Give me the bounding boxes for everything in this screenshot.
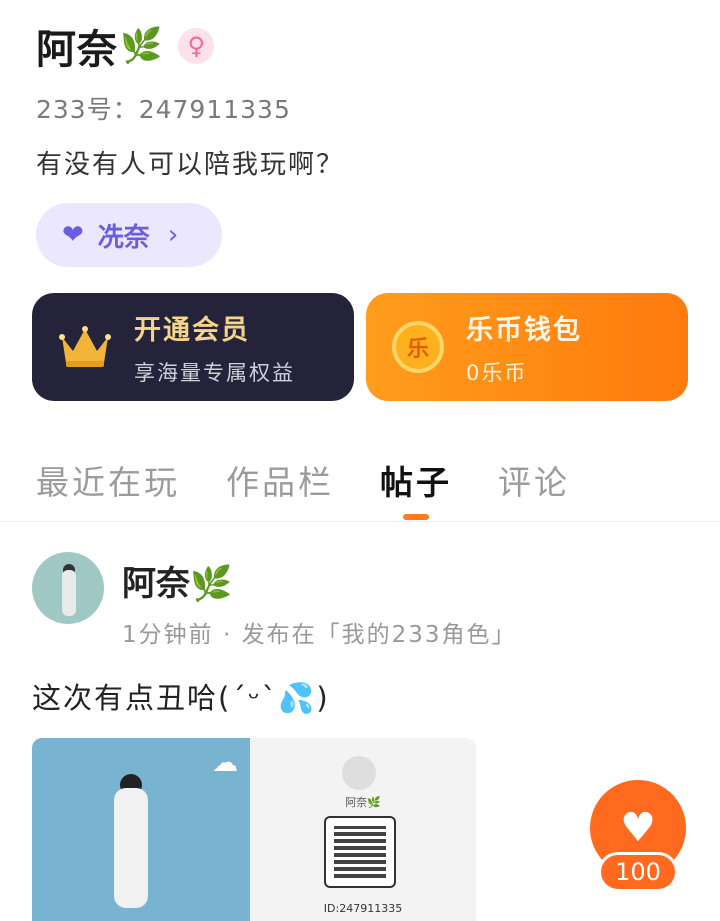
chevron-right-icon: ›: [167, 220, 179, 250]
wallet-card[interactable]: 乐 乐币钱包 0乐币: [366, 293, 688, 401]
promo-cards: 开通会员 享海量专属权益 乐 乐币钱包 0乐币: [32, 293, 688, 401]
active-tab-indicator: [403, 514, 429, 520]
post-author-name: 阿奈: [122, 564, 190, 604]
vip-subtitle: 享海量专属权益: [134, 360, 295, 385]
female-icon: ♀: [178, 28, 215, 64]
user-id-value: 247911335: [138, 95, 291, 124]
crown-icon: [59, 326, 111, 367]
leaf-icon: 🌿: [190, 564, 233, 604]
vip-card[interactable]: 开通会员 享海量专属权益: [32, 293, 354, 401]
qr-pattern: [334, 826, 386, 878]
coin-icon: 乐: [392, 321, 444, 373]
post-image-character[interactable]: ☁: [32, 738, 250, 921]
share-card-avatar: [342, 756, 376, 790]
cloud-icon: ☁: [212, 748, 238, 778]
profile-name: 阿奈: [36, 27, 118, 73]
avatar[interactable]: [32, 552, 104, 624]
leaf-icon: 🌿: [120, 26, 163, 66]
post-image-share-card[interactable]: 阿奈🌿 ID:247911335: [250, 738, 476, 921]
wallet-title: 乐币钱包: [466, 314, 582, 346]
qr-code: [324, 816, 396, 888]
post-author[interactable]: 阿奈🌿: [122, 556, 516, 605]
tab-posts[interactable]: 帖子: [380, 456, 452, 520]
post-meta: 阿奈🌿 1分钟前 · 发布在「我的233角色」: [122, 552, 516, 649]
like-button[interactable]: ♥ 100: [590, 780, 686, 898]
cp-label: 冼奈: [97, 222, 150, 253]
vip-title: 开通会员: [134, 314, 250, 346]
user-id: 233号：247911335: [36, 90, 696, 126]
tab-comments[interactable]: 评论: [498, 456, 570, 508]
like-count: 100: [598, 852, 678, 892]
couple-heart-icon: ❤: [62, 220, 84, 250]
tab-recent[interactable]: 最近在玩: [36, 456, 180, 508]
post-time: 1分钟前 · 发布在「我的233角色」: [122, 622, 517, 648]
character-body: [114, 788, 148, 908]
cp-button[interactable]: ❤ 冼奈 ›: [36, 203, 222, 267]
avatar-figure-body: [62, 570, 76, 616]
profile-tabs: 最近在玩 作品栏 帖子 评论: [36, 456, 696, 520]
post-content: 这次有点丑哈(´ᵕ`💦): [32, 681, 330, 715]
post-images[interactable]: ☁ 阿奈🌿 ID:247911335: [32, 738, 476, 921]
divider: [0, 521, 720, 522]
tab-posts-label: 帖子: [380, 463, 452, 502]
wallet-balance: 0乐币: [466, 360, 528, 385]
share-card-id: ID:247911335: [323, 902, 403, 915]
tab-works[interactable]: 作品栏: [226, 456, 334, 508]
name-row: 阿奈 🌿 ♀: [36, 20, 696, 73]
user-id-label: 233号：: [36, 95, 139, 124]
profile-header: 阿奈 🌿 ♀ 233号：247911335 有没有人可以陪我玩啊？ ❤ 冼奈 ›: [36, 20, 696, 267]
post-card[interactable]: 阿奈🌿 1分钟前 · 发布在「我的233角色」 这次有点丑哈(´ᵕ`💦) ☁ 阿…: [32, 552, 692, 921]
share-card-name: 阿奈🌿: [345, 796, 381, 809]
profile-bio: 有没有人可以陪我玩啊？: [36, 150, 345, 180]
post-header: 阿奈🌿 1分钟前 · 发布在「我的233角色」: [32, 552, 692, 649]
